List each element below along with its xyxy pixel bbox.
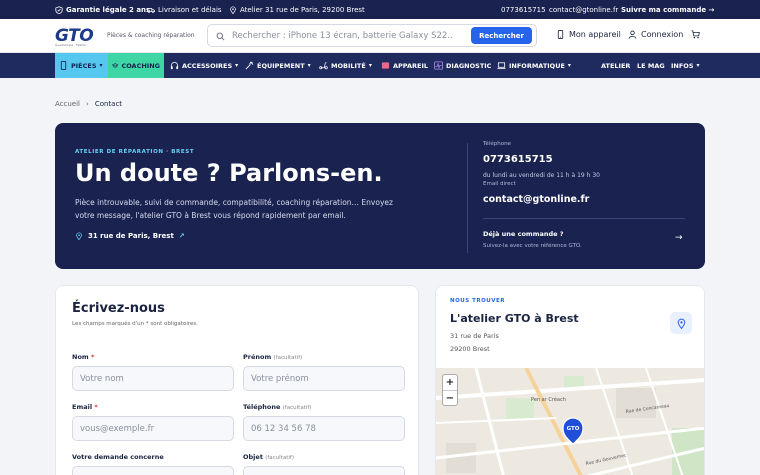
- location-city: 29200 Brest: [450, 345, 490, 353]
- search-button[interactable]: Rechercher: [471, 27, 532, 44]
- location-pin-icon: [230, 5, 236, 14]
- nav-item-diagnostic[interactable]: DIAGNOSTIC: [430, 53, 495, 78]
- page-title: Un doute ? Parlons-en.: [75, 159, 383, 187]
- my-device-link[interactable]: Mon appareil: [556, 30, 621, 39]
- location-street: 31 rue de Paris: [450, 332, 499, 340]
- firstname-field[interactable]: [243, 366, 405, 391]
- email-label: Email direct: [483, 181, 516, 187]
- map-marker-label: GTO: [567, 426, 580, 432]
- logo[interactable]: GTO Guadeloupe · Mobile: [55, 26, 94, 47]
- open-map-button[interactable]: [670, 312, 692, 334]
- zoom-in-button[interactable]: +: [443, 375, 457, 390]
- wrench-icon: [245, 61, 254, 70]
- email-field-label: Email *: [72, 403, 98, 411]
- order-title[interactable]: Déjà une commande ?: [483, 230, 564, 238]
- shield-check-icon: [55, 5, 63, 14]
- phone-icon: [557, 30, 564, 39]
- location-pin-icon: [677, 318, 685, 329]
- request-label: Votre demande concerne: [72, 453, 164, 461]
- request-select[interactable]: [72, 466, 234, 475]
- phone-field[interactable]: [243, 416, 405, 441]
- tagline: Pièces & coaching réparation: [107, 32, 195, 39]
- delivery-link[interactable]: Livraison et délais: [147, 0, 222, 19]
- nav-item-equipement[interactable]: ÉQUIPEMENT ▾: [241, 53, 315, 78]
- location-pin-icon: [76, 232, 82, 240]
- email-link[interactable]: contact@gtonline.fr: [483, 194, 589, 205]
- nav-item-pieces[interactable]: PIÈCES ▾: [55, 53, 108, 78]
- breadcrumb-current: Contact: [94, 100, 123, 108]
- hero-lead: Pièce introuvable, suivi de commande, co…: [75, 198, 393, 220]
- track-order-link[interactable]: Suivre ma commande →: [621, 0, 714, 19]
- external-link-icon: ↗: [178, 232, 185, 240]
- nav-item-informatique[interactable]: INFORMATIQUE ▾: [493, 53, 575, 78]
- divider: [467, 143, 468, 253]
- nav-item-le-mag[interactable]: LE MAG: [633, 53, 669, 78]
- nav-item-infos[interactable]: INFOS ▾: [667, 53, 704, 78]
- diagnostic-icon: [434, 61, 443, 70]
- breadcrumb-home[interactable]: Accueil: [55, 100, 80, 108]
- firstname-label: Prénom (facultatif): [243, 353, 303, 361]
- cart-button[interactable]: [691, 30, 704, 39]
- truck-icon: [147, 7, 155, 13]
- hero-eyebrow: ATELIER DE RÉPARATION · BREST: [75, 149, 195, 155]
- site-header: GTO Guadeloupe · Mobile Pièces & coachin…: [0, 19, 760, 53]
- nav-item-coaching[interactable]: COACHING: [108, 53, 164, 78]
- hero-address-link[interactable]: 31 rue de Paris, Brest ↗: [75, 232, 185, 240]
- breadcrumb-separator: ›: [86, 100, 89, 108]
- phone-field-label: Téléphone (facultatif): [243, 403, 312, 411]
- order-subtitle: Suivez-la avec votre référence GTO.: [483, 243, 582, 249]
- nav-item-mobilite[interactable]: MOBILITÉ ▾: [315, 53, 376, 78]
- search-input[interactable]: [232, 28, 452, 44]
- headphones-icon: [170, 62, 179, 70]
- location-eyebrow: NOUS TROUVER: [450, 298, 505, 304]
- name-label: Nom *: [72, 353, 95, 361]
- topbar-phone[interactable]: 0773615715: [501, 0, 546, 19]
- email-field[interactable]: [72, 416, 234, 441]
- form-title: Écrivez-nous: [72, 301, 165, 316]
- divider: [483, 218, 685, 219]
- contact-form-card: Écrivez-nous Les champs marqués d'un * s…: [55, 285, 419, 475]
- phone-number-link[interactable]: 0773615715: [483, 154, 553, 165]
- map[interactable]: Pen ar Créach Rue du Gouvernec Rue de Co…: [436, 367, 704, 475]
- scooter-icon: [319, 62, 328, 70]
- search-icon: [216, 32, 225, 41]
- phone-label: Téléphone: [483, 141, 511, 147]
- device-icon: [381, 62, 390, 69]
- cart-icon: [691, 30, 700, 39]
- user-icon: [628, 30, 637, 39]
- main-nav: PIÈCES ▾ COACHING ACCESSOIRES ▾ ÉQUIPEMENT…: [0, 53, 760, 78]
- phone-parts-icon: [60, 61, 67, 70]
- arrow-right-icon[interactable]: →: [675, 233, 683, 243]
- logo-subtext: Guadeloupe · Mobile: [55, 43, 86, 47]
- map-zoom-controls: + −: [442, 374, 458, 406]
- top-bar: Garantie légale 2 ans Livraison et délai…: [0, 0, 760, 19]
- location-card: NOUS TROUVER L'atelier GTO à Brest 31 ru…: [435, 285, 705, 475]
- search-bar: Rechercher: [207, 24, 537, 47]
- warranty-info: Garantie légale 2 ans: [55, 0, 150, 19]
- nav-item-appareil[interactable]: APPAREIL: [377, 53, 432, 78]
- location-title: L'atelier GTO à Brest: [450, 312, 579, 325]
- contact-hero: ATELIER DE RÉPARATION · BREST Un doute ?…: [55, 123, 705, 269]
- topbar-email[interactable]: contact@gtonline.fr: [549, 0, 618, 19]
- breadcrumb: Accueil › Contact: [55, 100, 122, 108]
- login-link[interactable]: Connexion: [628, 30, 683, 39]
- laptop-icon: [497, 62, 506, 70]
- opening-hours: du lundi au vendredi de 11 h à 19 h 30: [483, 172, 600, 179]
- map-tiles: Pen ar Créach Rue du Gouvernec Rue de Co…: [436, 367, 704, 475]
- subject-field[interactable]: [243, 466, 405, 475]
- graduation-cap-icon: [112, 63, 119, 68]
- nav-item-accessoires[interactable]: ACCESSOIRES ▾: [166, 53, 242, 78]
- nav-item-atelier[interactable]: ATELIER: [597, 53, 634, 78]
- subject-label: Objet (facultatif): [243, 453, 294, 461]
- street-label: Pen ar Créach: [531, 396, 566, 403]
- zoom-out-button[interactable]: −: [443, 390, 457, 405]
- workshop-address[interactable]: Atelier 31 rue de Paris, 29200 Brest: [229, 0, 365, 19]
- name-field[interactable]: [72, 366, 234, 391]
- required-note: Les champs marqués d'un * sont obligatoi…: [72, 321, 198, 327]
